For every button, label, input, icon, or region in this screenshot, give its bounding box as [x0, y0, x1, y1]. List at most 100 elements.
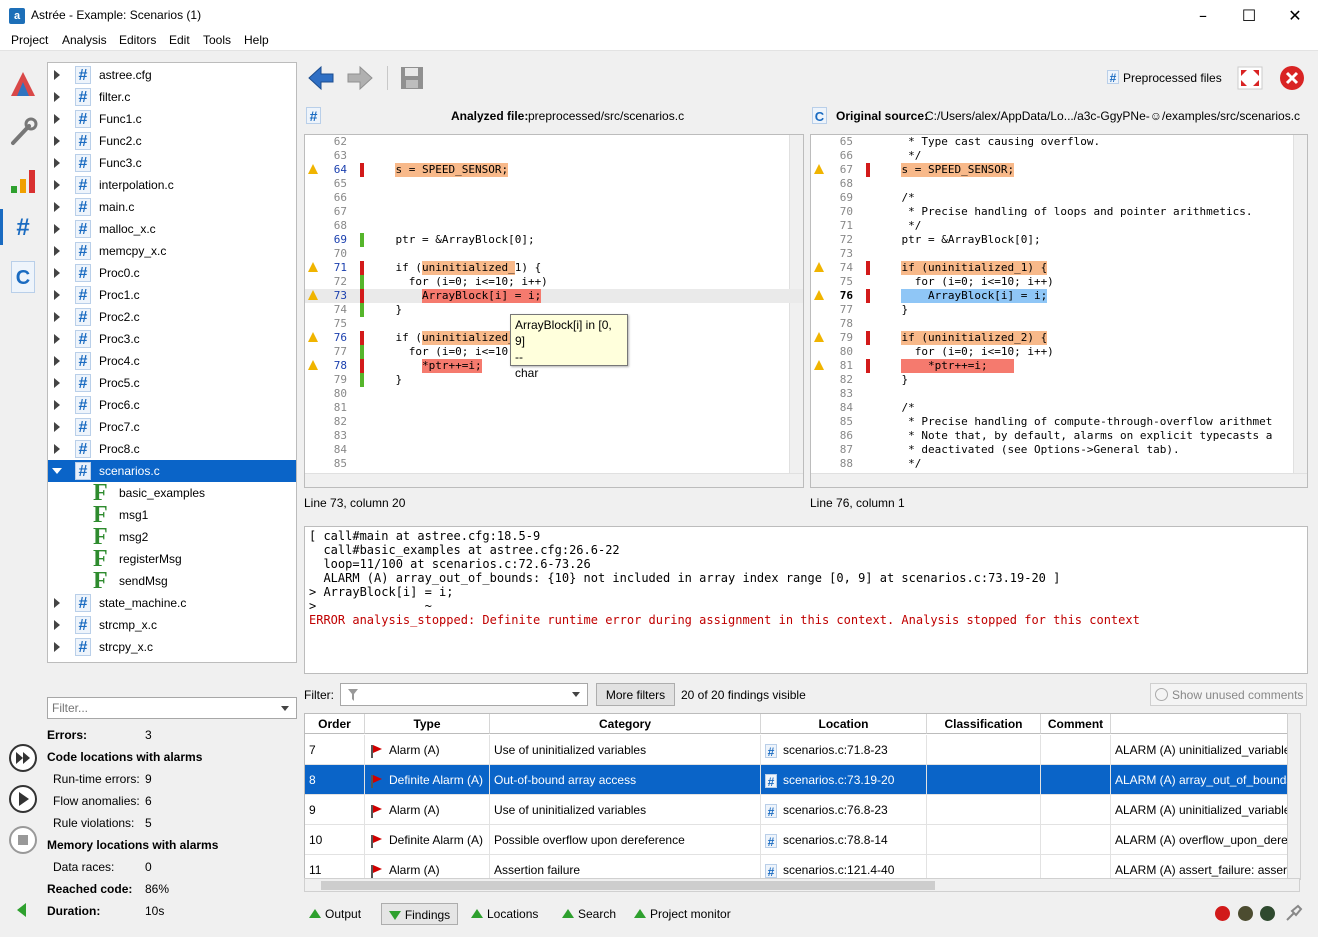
- chevron-right-icon[interactable]: [54, 444, 60, 454]
- chevron-right-icon[interactable]: [54, 224, 60, 234]
- tree-item[interactable]: # Proc1.c: [48, 284, 296, 306]
- close-editor-icon[interactable]: [1279, 65, 1305, 91]
- tree-item[interactable]: # filter.c: [48, 86, 296, 108]
- column-header[interactable]: [1111, 714, 1299, 734]
- table-row[interactable]: 8 Definite Alarm (A) Out-of-bound array ac…: [305, 765, 1299, 795]
- table-row[interactable]: 10 Definite Alarm (A) Possible overflow up…: [305, 825, 1299, 855]
- tree-function-item[interactable]: Fbasic_examples: [48, 481, 296, 505]
- warning-icon[interactable]: [308, 262, 318, 272]
- warning-icon[interactable]: [308, 164, 318, 174]
- tree-item[interactable]: # Func2.c: [48, 130, 296, 152]
- chevron-right-icon[interactable]: [54, 246, 60, 256]
- chevron-right-icon[interactable]: [54, 70, 60, 80]
- analyzed-code-editor[interactable]: 62 63 64 s = SPEED_SENSOR; 65 66 67 68 69 ptr =…: [304, 134, 804, 488]
- tree-function-item[interactable]: Fmsg2: [48, 525, 296, 549]
- column-header[interactable]: Classification: [927, 714, 1041, 734]
- minimize-button[interactable]: –: [1180, 0, 1226, 31]
- right-editor-hscroll[interactable]: [811, 473, 1307, 487]
- hash-file-icon[interactable]: #: [7, 212, 39, 244]
- tab-locations[interactable]: Locations: [471, 903, 538, 925]
- play-button[interactable]: [9, 785, 37, 813]
- warning-icon[interactable]: [308, 332, 318, 342]
- left-editor-hscroll[interactable]: [305, 473, 803, 487]
- close-window-button[interactable]: ✕: [1272, 0, 1318, 31]
- table-vscroll[interactable]: [1287, 713, 1301, 880]
- collapse-panel-icon[interactable]: [17, 903, 26, 917]
- tree-item[interactable]: # memcpy_x.c: [48, 240, 296, 262]
- warning-icon[interactable]: [814, 290, 824, 300]
- table-row[interactable]: 9 Alarm (A) Use of uninitialized variables…: [305, 795, 1299, 825]
- tab-output[interactable]: Output: [309, 903, 361, 925]
- chevron-down-icon[interactable]: [52, 468, 62, 474]
- tree-item[interactable]: # Func3.c: [48, 152, 296, 174]
- tree-item[interactable]: # Proc3.c: [48, 328, 296, 350]
- tree-item[interactable]: # strcmp_x.c: [48, 614, 296, 636]
- chevron-right-icon[interactable]: [54, 620, 60, 630]
- chevron-right-icon[interactable]: [54, 400, 60, 410]
- chevron-right-icon[interactable]: [54, 136, 60, 146]
- tree-item[interactable]: # Proc2.c: [48, 306, 296, 328]
- analysis-output[interactable]: [ call#main at astree.cfg:18.5-9 call#ba…: [304, 526, 1308, 674]
- findings-table[interactable]: Order Type Category Location Classification C…: [304, 713, 1300, 880]
- chevron-right-icon[interactable]: [54, 312, 60, 322]
- column-header[interactable]: Order: [305, 714, 365, 734]
- forward-arrow-icon[interactable]: [346, 64, 374, 92]
- tree-item[interactable]: # scenarios.c: [48, 460, 296, 482]
- broom-icon[interactable]: [1284, 903, 1304, 923]
- chevron-right-icon[interactable]: [54, 598, 60, 608]
- chevron-right-icon[interactable]: [54, 268, 60, 278]
- chevron-right-icon[interactable]: [54, 378, 60, 388]
- tree-item[interactable]: # Proc7.c: [48, 416, 296, 438]
- chevron-down-icon[interactable]: [572, 692, 580, 697]
- chevron-right-icon[interactable]: [54, 158, 60, 168]
- bar-chart-icon[interactable]: [7, 164, 39, 196]
- column-header[interactable]: Type: [365, 714, 490, 734]
- column-header[interactable]: Location: [761, 714, 927, 734]
- warning-icon[interactable]: [814, 332, 824, 342]
- chevron-right-icon[interactable]: [54, 422, 60, 432]
- menu-editors[interactable]: Editors: [119, 33, 156, 47]
- tree-function-item[interactable]: FsendMsg: [48, 569, 296, 593]
- menu-analysis[interactable]: Analysis: [62, 33, 107, 47]
- table-row[interactable]: 11 Alarm (A) Assertion failure # scenarios.c…: [305, 855, 1299, 879]
- table-hscroll-bar[interactable]: [304, 878, 1300, 892]
- menu-tools[interactable]: Tools: [203, 33, 231, 47]
- warning-icon[interactable]: [814, 164, 824, 174]
- tree-item[interactable]: # Proc5.c: [48, 372, 296, 394]
- chevron-right-icon[interactable]: [54, 356, 60, 366]
- tree-item[interactable]: # Proc6.c: [48, 394, 296, 416]
- stop-button[interactable]: [9, 826, 37, 854]
- tree-item[interactable]: # Func1.c: [48, 108, 296, 130]
- scroll-thumb[interactable]: [321, 881, 935, 890]
- maximize-button[interactable]: ☐: [1226, 0, 1272, 31]
- findings-filter-combo[interactable]: [340, 683, 588, 706]
- tree-item[interactable]: # Proc0.c: [48, 262, 296, 284]
- overview-icon[interactable]: [7, 68, 39, 100]
- tree-filter-combo[interactable]: [47, 697, 297, 719]
- c-file-icon[interactable]: C: [11, 261, 35, 293]
- tree-item[interactable]: # interpolation.c: [48, 174, 296, 196]
- tree-item[interactable]: # Proc4.c: [48, 350, 296, 372]
- original-code-editor[interactable]: 65 * Type cast causing overflow. 66 */67 …: [810, 134, 1308, 488]
- tree-item[interactable]: # Proc8.c: [48, 438, 296, 460]
- tree-item[interactable]: # strcpy_x.c: [48, 636, 296, 658]
- fast-forward-button[interactable]: [9, 744, 37, 772]
- chevron-right-icon[interactable]: [54, 92, 60, 102]
- column-header[interactable]: Comment: [1041, 714, 1111, 734]
- chevron-right-icon[interactable]: [54, 114, 60, 124]
- show-unused-comments-button[interactable]: Show unused comments: [1150, 683, 1307, 706]
- warning-icon[interactable]: [814, 360, 824, 370]
- save-icon[interactable]: [399, 65, 425, 91]
- tree-item[interactable]: # state_machine.c: [48, 592, 296, 614]
- tab-project-monitor[interactable]: Project monitor: [634, 903, 731, 925]
- tree-item[interactable]: # main.c: [48, 196, 296, 218]
- warning-icon[interactable]: [814, 262, 824, 272]
- menu-project[interactable]: Project: [11, 33, 48, 47]
- chevron-right-icon[interactable]: [54, 334, 60, 344]
- table-row[interactable]: 7 Alarm (A) Use of uninitialized variables…: [305, 735, 1299, 765]
- wrench-icon[interactable]: [7, 116, 39, 148]
- column-header[interactable]: Category: [490, 714, 761, 734]
- preprocessed-files-toggle[interactable]: Preprocessed files: [1123, 71, 1222, 85]
- tree-filter-input[interactable]: [52, 699, 272, 717]
- chevron-right-icon[interactable]: [54, 642, 60, 652]
